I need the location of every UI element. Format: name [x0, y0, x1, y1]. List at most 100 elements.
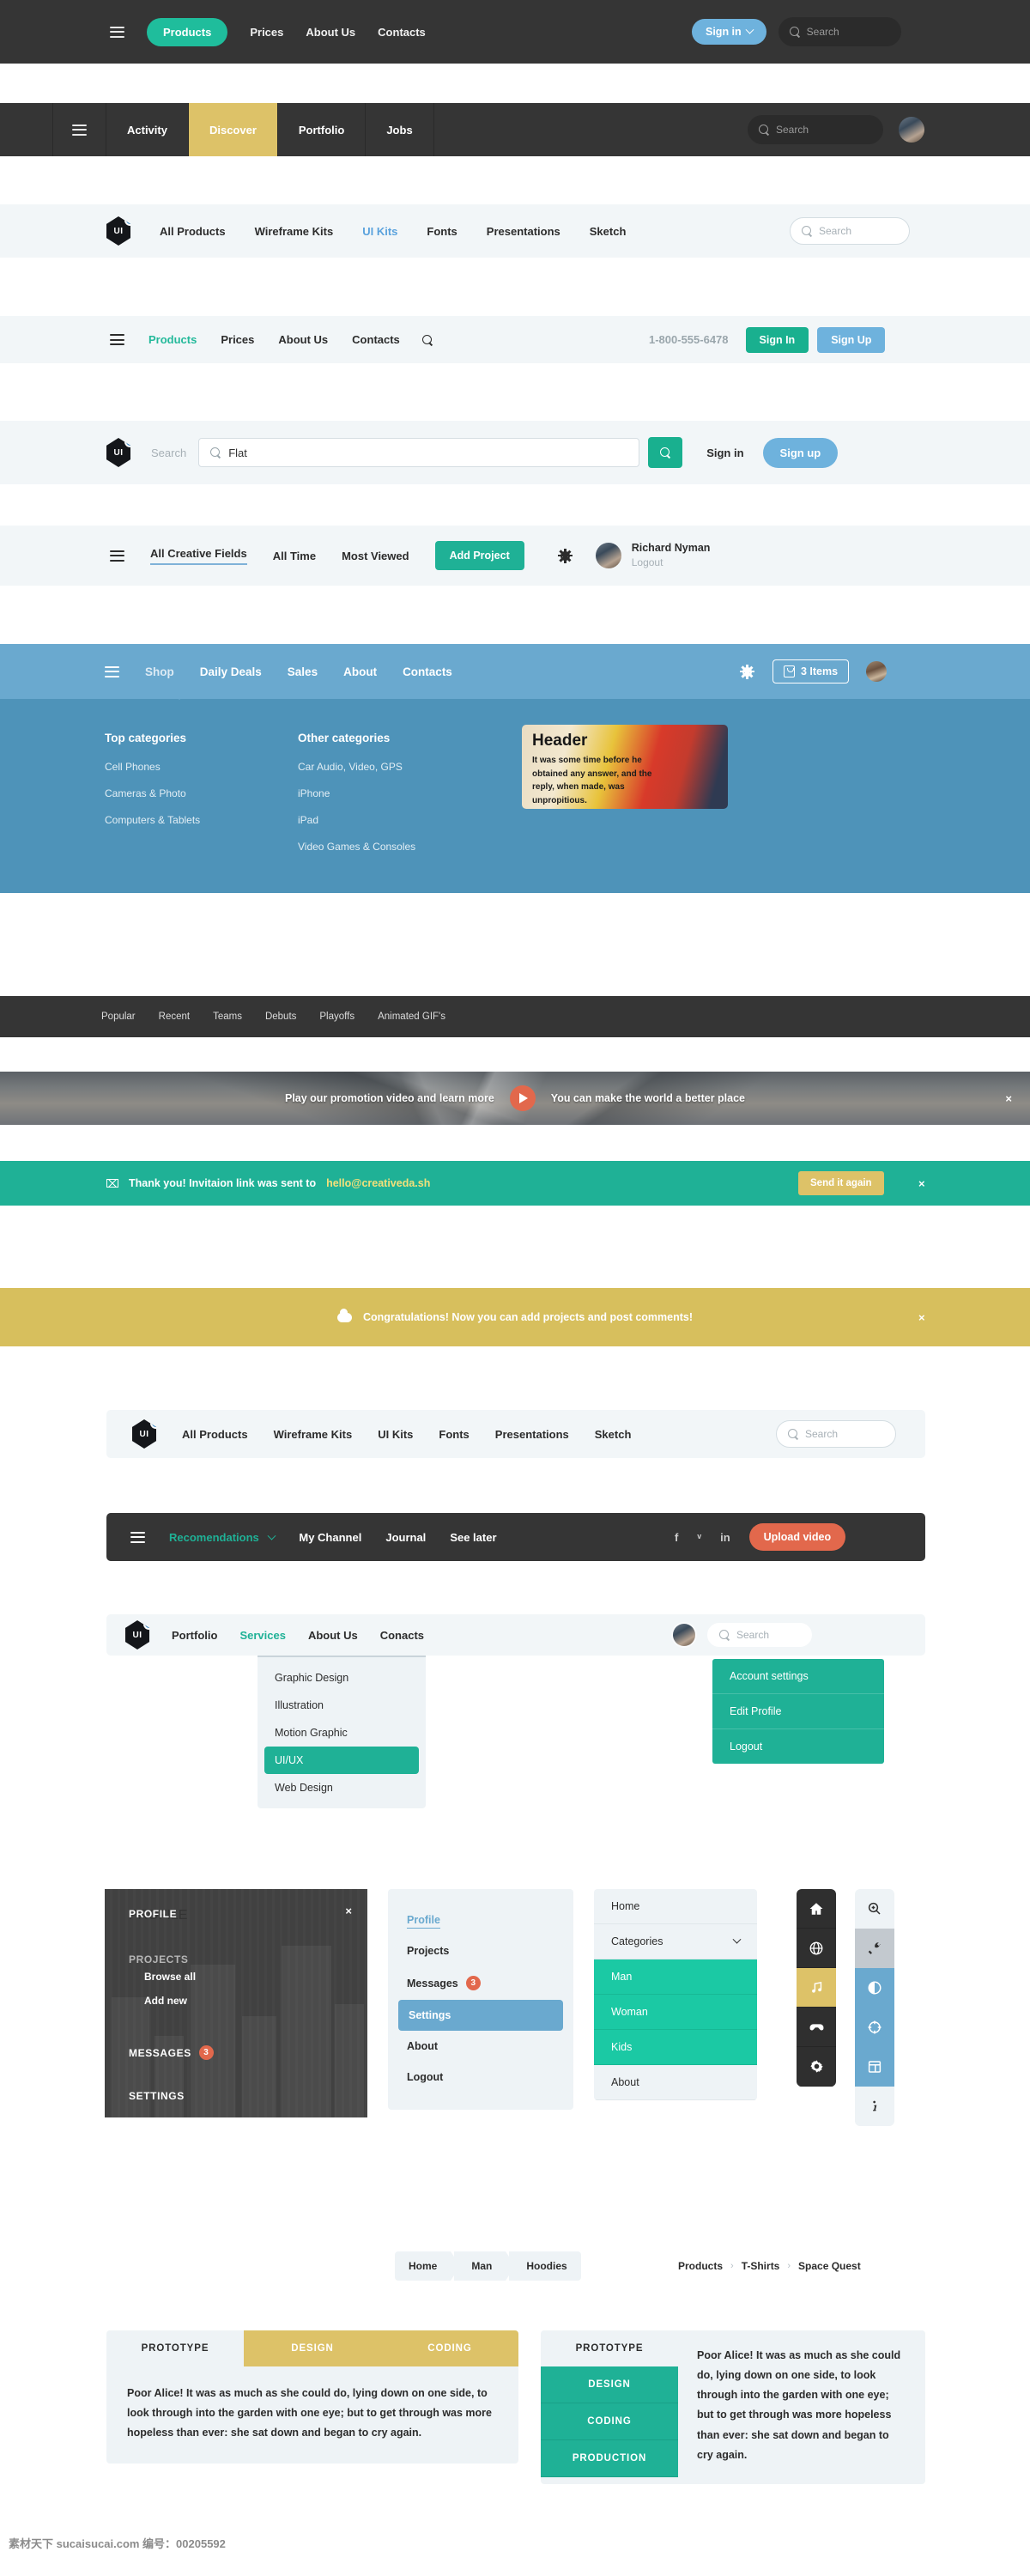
nav-item-all-products[interactable]: All Products — [160, 225, 226, 238]
avatar[interactable] — [595, 543, 621, 568]
wrench-icon[interactable] — [855, 1929, 894, 1968]
promo-card[interactable]: Header It was some time before he obtain… — [522, 725, 728, 809]
signup-button[interactable]: Sign up — [762, 437, 839, 468]
hamburger-icon[interactable] — [110, 550, 124, 562]
nav-item-debuts[interactable]: Debuts — [265, 1012, 296, 1022]
nav-item-journal[interactable]: Journal — [385, 1531, 426, 1544]
category-car-audio[interactable]: Car Audio, Video, GPS — [298, 761, 461, 773]
twitter-icon[interactable]: ᵛ — [697, 1531, 701, 1544]
nav-item-sales[interactable]: Sales — [288, 665, 318, 678]
nav-item-most-viewed[interactable]: Most Viewed — [342, 550, 409, 562]
nav-item-teams[interactable]: Teams — [213, 1012, 242, 1022]
nav-item-about-us[interactable]: About Us — [308, 1629, 358, 1642]
music-icon[interactable] — [797, 1968, 836, 2008]
breadcrumb-item-space-quest[interactable]: Space Quest — [798, 2260, 861, 2272]
upload-video-button[interactable]: Upload video — [748, 1523, 846, 1551]
tab-design[interactable]: DESIGN — [244, 2330, 381, 2366]
nav-item-services[interactable]: Services — [239, 1629, 286, 1642]
nav-item-animated-gifs[interactable]: Animated GIF's — [378, 1012, 445, 1022]
avatar[interactable] — [899, 117, 924, 143]
nav-item-wireframe-kits[interactable]: Wireframe Kits — [274, 1428, 353, 1441]
logo[interactable]: UI 8 — [106, 216, 130, 246]
gamepad-icon[interactable] — [797, 2008, 836, 2047]
breadcrumb-item-t-shirts[interactable]: T-Shirts — [742, 2260, 780, 2272]
user-logout-link[interactable]: Logout — [632, 556, 711, 569]
panel-item-projects[interactable]: Projects — [388, 1935, 573, 1966]
hamburger-icon[interactable] — [110, 26, 124, 38]
menu-item-motion-graphic[interactable]: Motion Graphic — [258, 1719, 426, 1747]
menu-item-illustration[interactable]: Illustration — [258, 1692, 426, 1719]
tab-activity[interactable]: Activity — [106, 103, 189, 156]
menu-item-web-design[interactable]: Web Design — [258, 1774, 426, 1801]
panel-item-messages[interactable]: MESSAGES 3 — [129, 2045, 367, 2060]
category-item-home[interactable]: Home — [594, 1889, 757, 1924]
nav-item-products[interactable]: Products — [147, 17, 228, 46]
play-icon[interactable] — [509, 1085, 536, 1111]
panel-item-add-new[interactable]: Add new — [144, 1995, 187, 2007]
avatar[interactable] — [866, 661, 888, 682]
gear-icon[interactable] — [797, 2047, 836, 2087]
signup-button[interactable]: Sign Up — [817, 326, 886, 353]
breadcrumb-item-products[interactable]: Products — [678, 2260, 723, 2272]
category-item-kids[interactable]: Kids — [594, 2030, 757, 2065]
tab-coding[interactable]: CODING — [541, 2403, 678, 2440]
panel-item-browse-all[interactable]: Browse all — [144, 1971, 196, 1983]
nav-item-about-us[interactable]: About Us — [278, 333, 328, 346]
globe-icon[interactable] — [797, 1929, 836, 1968]
nav-item-my-channel[interactable]: My Channel — [299, 1531, 361, 1544]
logo[interactable]: UI 8 — [132, 1419, 156, 1449]
hamburger-icon[interactable] — [52, 103, 106, 156]
menu-item-graphic-design[interactable]: Graphic Design — [258, 1664, 426, 1692]
category-item-man[interactable]: Man — [594, 1959, 757, 1995]
nav-item-all-products[interactable]: All Products — [182, 1428, 248, 1441]
breadcrumb-item-man[interactable]: Man — [454, 2251, 516, 2281]
nav-item-popular[interactable]: Popular — [101, 1012, 136, 1022]
hamburger-icon[interactable] — [105, 665, 119, 677]
banner-email[interactable]: hello@creativeda.sh — [326, 1177, 430, 1189]
nav-item-sketch[interactable]: Sketch — [590, 225, 627, 238]
tab-coding[interactable]: CODING — [381, 2330, 518, 2366]
category-computers-tablets[interactable]: Computers & Tablets — [105, 814, 233, 826]
hamburger-icon[interactable] — [130, 1531, 145, 1543]
search-input[interactable]: Search — [790, 217, 910, 245]
facebook-icon[interactable]: f — [675, 1531, 678, 1544]
menu-item-ui-ux[interactable]: UI/UX — [264, 1747, 419, 1774]
target-icon[interactable] — [855, 2008, 894, 2047]
home-icon[interactable] — [797, 1889, 836, 1929]
category-item-categories[interactable]: Categories — [594, 1924, 757, 1959]
signin-button[interactable]: Sign In — [745, 326, 809, 353]
contrast-icon[interactable] — [855, 1968, 894, 2008]
nav-item-products[interactable]: Products — [148, 333, 197, 346]
zoom-in-icon[interactable] — [855, 1889, 894, 1929]
nav-item-fonts[interactable]: Fonts — [427, 225, 457, 238]
info-icon[interactable] — [855, 2087, 894, 2126]
panel-item-profile[interactable]: Profile — [388, 1905, 573, 1935]
hamburger-icon[interactable] — [110, 334, 124, 345]
search-input[interactable]: Search — [776, 1420, 896, 1448]
panel-item-settings[interactable]: Settings — [398, 2000, 563, 2031]
close-icon[interactable]: × — [918, 1177, 925, 1190]
tab-discover[interactable]: Discover — [188, 103, 278, 156]
signin-button[interactable]: Sign in — [692, 19, 766, 45]
nav-item-about-us[interactable]: About Us — [306, 26, 355, 39]
category-item-woman[interactable]: Woman — [594, 1995, 757, 2030]
nav-item-about[interactable]: About — [343, 665, 377, 678]
nav-item-contacts[interactable]: Contacts — [352, 333, 400, 346]
nav-item-shop[interactable]: Shop — [145, 665, 174, 678]
nav-item-contacts[interactable]: Contacts — [403, 665, 452, 678]
panel-item-settings[interactable]: SETTINGS — [129, 2090, 367, 2102]
menu-item-edit-profile[interactable]: Edit Profile — [712, 1694, 884, 1729]
nav-item-contacts[interactable]: Contacts — [378, 26, 426, 39]
avatar[interactable] — [673, 1624, 695, 1646]
nav-item-recent[interactable]: Recent — [159, 1012, 190, 1022]
nav-item-presentations[interactable]: Presentations — [495, 1428, 569, 1441]
search-input[interactable]: Flat — [198, 438, 640, 467]
search-input[interactable]: Search — [707, 1623, 812, 1647]
nav-item-all-time[interactable]: All Time — [273, 550, 316, 562]
gear-icon[interactable] — [557, 548, 573, 563]
tab-design[interactable]: DESIGN — [541, 2366, 678, 2403]
logo[interactable]: UI 0 — [106, 438, 130, 467]
category-ipad[interactable]: iPad — [298, 814, 461, 826]
category-cell-phones[interactable]: Cell Phones — [105, 761, 233, 773]
tab-portfolio[interactable]: Portfolio — [278, 103, 367, 156]
